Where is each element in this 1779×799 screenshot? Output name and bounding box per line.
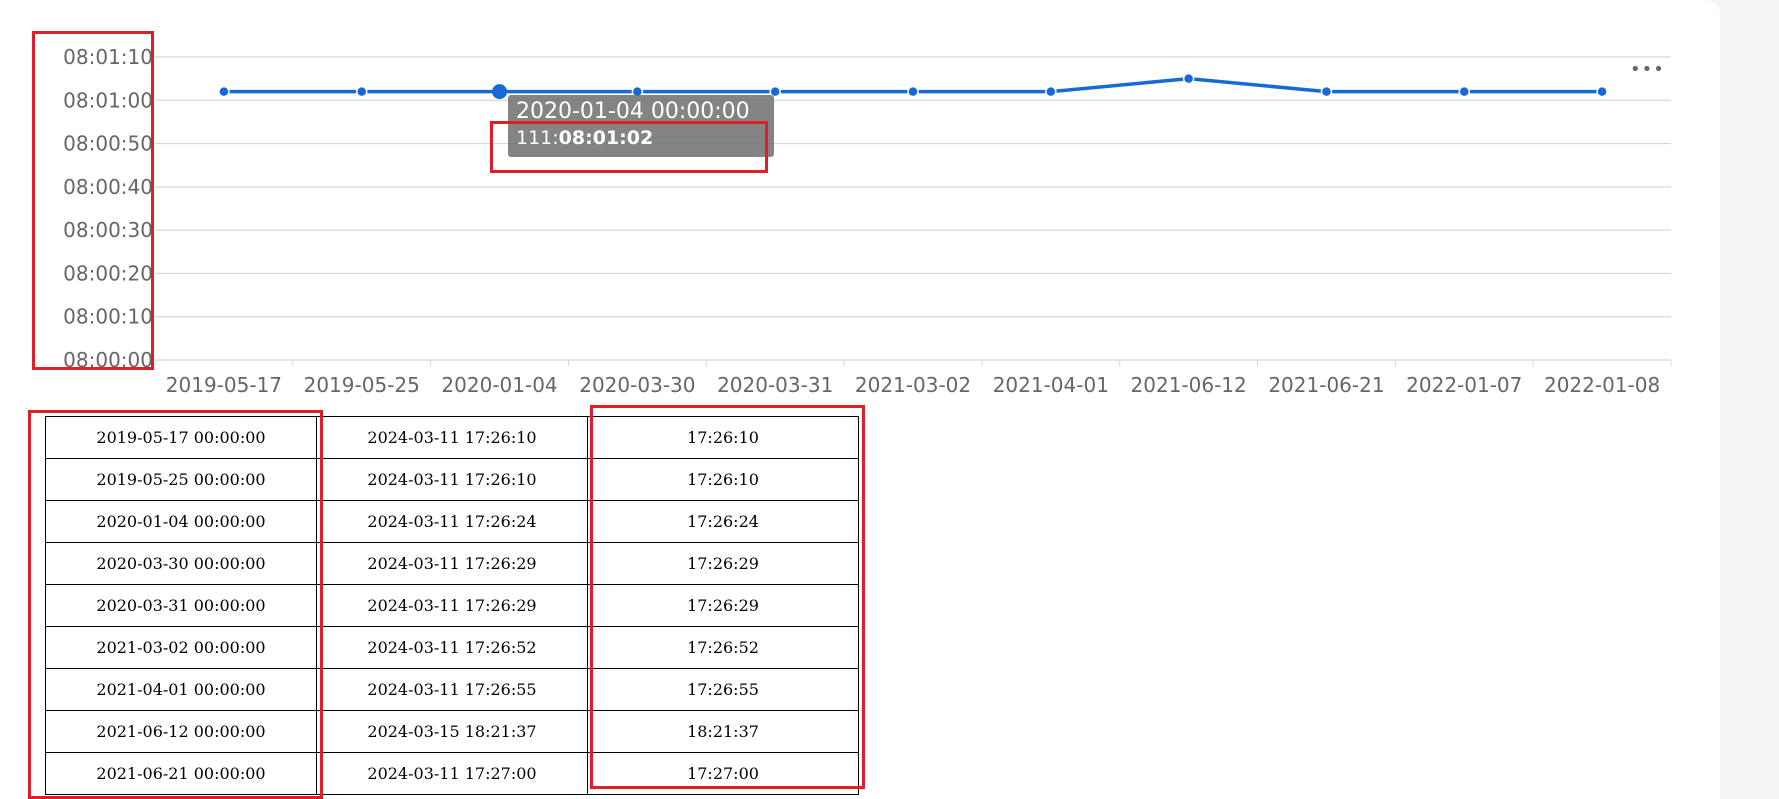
- tooltip-value: 08:01:02: [558, 127, 654, 149]
- table-cell: 17:27:00: [587, 752, 859, 795]
- x-tick-label: 2021-03-02: [855, 373, 971, 397]
- table-cell: 2024-03-11 17:26:29: [316, 542, 588, 585]
- table-cell: 2019-05-25 00:00:00: [45, 458, 317, 501]
- data-point[interactable]: [907, 85, 919, 98]
- table-cell: 17:26:52: [587, 626, 859, 669]
- data-table: 2019-05-17 00:00:00 2024-03-11 17:26:10 17…: [45, 416, 859, 795]
- y-tick-label: 08:00:40: [63, 175, 153, 199]
- table-cell: 17:26:10: [587, 458, 859, 501]
- y-tick-label: 08:01:00: [63, 88, 153, 112]
- table-row: 2020-03-31 00:00:00 2024-03-11 17:26:29 17…: [45, 584, 859, 627]
- table-cell: 2024-03-11 17:27:00: [316, 752, 588, 795]
- y-tick-label: 08:00:00: [63, 348, 153, 372]
- table-cell: 2024-03-15 18:21:37: [316, 710, 588, 753]
- y-tick-label: 08:00:50: [63, 132, 153, 156]
- table-row: 2021-03-02 00:00:00 2024-03-11 17:26:52 17…: [45, 626, 859, 669]
- data-point[interactable]: [1320, 85, 1333, 98]
- table-cell: 2020-01-04 00:00:00: [45, 500, 317, 543]
- x-tick-label: 2019-05-17: [166, 373, 282, 397]
- table-cell: 2024-03-11 17:26:10: [316, 416, 588, 459]
- table-cell: 17:26:29: [587, 584, 859, 627]
- table-cell: 17:26:29: [587, 542, 859, 585]
- table-cell: 2021-03-02 00:00:00: [45, 626, 317, 669]
- table-row: 2020-03-30 00:00:00 2024-03-11 17:26:29 17…: [45, 542, 859, 585]
- line-chart[interactable]: 08:00:00 08:00:10 08:00:20 08:00:30 08:00:40…: [0, 0, 1720, 410]
- table-cell: 17:26:10: [587, 416, 859, 459]
- tooltip-series-row: 111:08:01:02: [516, 125, 766, 151]
- x-tick-label: 2022-01-08: [1544, 373, 1660, 397]
- data-point[interactable]: [1182, 72, 1195, 85]
- chart-card: 08:00:00 08:00:10 08:00:20 08:00:30 08:00:40…: [0, 0, 1720, 799]
- table-cell: 2021-04-01 00:00:00: [45, 668, 317, 711]
- table-cell: 2021-06-12 00:00:00: [45, 710, 317, 753]
- y-tick-label: 08:00:10: [63, 305, 153, 329]
- table-cell: 2024-03-11 17:26:52: [316, 626, 588, 669]
- data-point[interactable]: [1458, 85, 1471, 98]
- x-tick-label: 2020-03-30: [579, 373, 695, 397]
- table-cell: 17:26:55: [587, 668, 859, 711]
- data-point[interactable]: [218, 85, 230, 98]
- x-tick-label: 2020-03-31: [717, 373, 833, 397]
- table-row: 2020-01-04 00:00:00 2024-03-11 17:26:24 17…: [45, 500, 859, 543]
- data-point[interactable]: [1045, 85, 1057, 98]
- table-cell: 2020-03-30 00:00:00: [45, 542, 317, 585]
- more-options-button[interactable]: •••: [1630, 60, 1664, 80]
- table-row: 2019-05-17 00:00:00 2024-03-11 17:26:10 17…: [45, 416, 859, 459]
- x-tick-label: 2021-06-12: [1131, 373, 1247, 397]
- table-cell: 2021-06-21 00:00:00: [45, 752, 317, 795]
- table-cell: 2020-03-31 00:00:00: [45, 584, 317, 627]
- x-tick-label: 2020-01-04: [441, 373, 557, 397]
- y-tick-label: 08:00:30: [63, 218, 153, 242]
- data-point[interactable]: [355, 85, 368, 98]
- x-tick-label: 2021-04-01: [993, 373, 1109, 397]
- x-tick-label: 2019-05-25: [304, 373, 420, 397]
- data-point-highlighted[interactable]: [492, 84, 508, 100]
- table-row: 2021-04-01 00:00:00 2024-03-11 17:26:55 17…: [45, 668, 859, 711]
- table-cell: 2024-03-11 17:26:10: [316, 458, 588, 501]
- x-tick-label: 2022-01-07: [1406, 373, 1522, 397]
- chart-tooltip: 2020-01-04 00:00:00 111:08:01:02: [508, 95, 774, 157]
- table-row: 2021-06-21 00:00:00 2024-03-11 17:27:00 17…: [45, 752, 859, 795]
- y-tick-label: 08:00:20: [63, 261, 153, 285]
- table-cell: 2024-03-11 17:26:24: [316, 500, 588, 543]
- x-tick-label: 2021-06-21: [1268, 373, 1384, 397]
- table-row: 2019-05-25 00:00:00 2024-03-11 17:26:10 17…: [45, 458, 859, 501]
- data-point[interactable]: [1596, 85, 1608, 98]
- table-cell: 17:26:24: [587, 500, 859, 543]
- table-row: 2021-06-12 00:00:00 2024-03-15 18:21:37 18…: [45, 710, 859, 753]
- table-cell: 2024-03-11 17:26:29: [316, 584, 588, 627]
- table-cell: 2019-05-17 00:00:00: [45, 416, 317, 459]
- y-tick-label: 08:01:10: [63, 45, 153, 69]
- tooltip-series-name: 111:: [516, 127, 559, 149]
- tooltip-title: 2020-01-04 00:00:00: [516, 99, 750, 124]
- table-cell: 2024-03-11 17:26:55: [316, 668, 588, 711]
- table-cell: 18:21:37: [587, 710, 859, 753]
